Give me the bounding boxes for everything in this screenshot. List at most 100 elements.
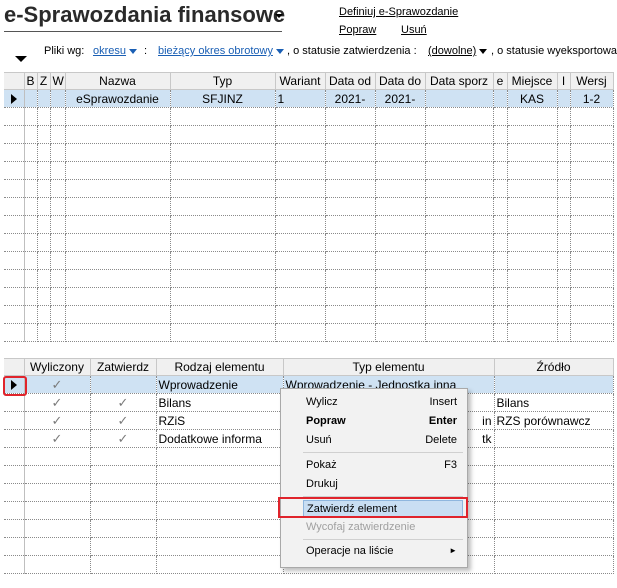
col-data-od[interactable]: Data od (325, 72, 376, 90)
empty-cell (65, 179, 171, 198)
empty-cell (37, 269, 51, 288)
empty-cell (65, 251, 171, 270)
title-underline (4, 31, 282, 32)
check-icon: ✓ (51, 430, 63, 446)
empty-cell (50, 323, 66, 342)
row-indicator (4, 429, 25, 448)
empty-cell (557, 107, 571, 126)
col-rodzaj[interactable]: Rodzaj elementu (156, 358, 284, 376)
col-w[interactable]: W (50, 72, 66, 90)
col-wyliczony[interactable]: Wyliczony (24, 358, 91, 376)
col-data-do[interactable]: Data do (375, 72, 426, 90)
col-typ[interactable]: Typ (170, 72, 276, 90)
empty-cell (90, 501, 157, 520)
col-zrodlo[interactable]: Źródło (494, 358, 614, 376)
col-miejsce[interactable]: Miejsce (507, 72, 558, 90)
delete-link[interactable]: Usuń (401, 24, 427, 36)
menu-item-pokaz[interactable]: Pokaż F3 (306, 457, 457, 473)
empty-cell (375, 179, 426, 198)
col-zatwierdz[interactable]: Zatwierdz (90, 358, 157, 376)
title-dropdown-icon[interactable] (275, 14, 283, 18)
empty-cell (90, 555, 157, 574)
col-typ-elementu[interactable]: Typ elementu (283, 358, 495, 376)
menu-item-operacje[interactable]: Operacje na liście ► (306, 543, 457, 559)
empty-cell (507, 143, 558, 162)
empty-cell (507, 179, 558, 198)
edit-link[interactable]: Popraw (339, 24, 376, 36)
empty-cell (375, 125, 426, 144)
cell-wersja: 1-2 (570, 89, 614, 108)
status-label: , o statusie zatwierdzenia : (287, 45, 417, 57)
empty-cell (37, 107, 51, 126)
empty-cell (24, 447, 91, 466)
empty-cell (494, 555, 614, 574)
empty-cell (65, 161, 171, 180)
empty-row (4, 161, 614, 180)
empty-row (4, 143, 614, 162)
empty-row (4, 251, 614, 270)
col-wersja[interactable]: Wersj (570, 72, 614, 90)
empty-cell (570, 287, 614, 306)
filter-field-dropdown[interactable]: okresu (93, 45, 138, 57)
empty-cell (4, 537, 25, 556)
empty-cell (24, 465, 91, 484)
col-data-sporz[interactable]: Data sporz (425, 72, 494, 90)
cell-rodzaj: Wprowadzenie (156, 375, 284, 394)
empty-cell (170, 233, 276, 252)
collapse-icon[interactable] (15, 56, 27, 62)
cell-b (24, 89, 38, 108)
empty-cell (4, 555, 25, 574)
col-z[interactable]: Z (37, 72, 51, 90)
row-indicator (4, 411, 25, 430)
col-nazwa[interactable]: Nazwa (65, 72, 171, 90)
empty-cell (493, 125, 508, 144)
empty-cell (325, 125, 376, 144)
empty-cell (4, 483, 25, 502)
empty-cell (375, 287, 426, 306)
empty-cell (90, 483, 157, 502)
cell-z (37, 89, 51, 108)
check-icon: ✓ (117, 412, 129, 428)
col-e[interactable]: e (493, 72, 508, 90)
col-b[interactable]: B (24, 72, 38, 90)
status-dropdown[interactable]: (dowolne) (428, 45, 488, 57)
empty-cell (37, 161, 51, 180)
empty-row (4, 179, 614, 198)
empty-cell (50, 251, 66, 270)
empty-cell (425, 215, 494, 234)
empty-cell (570, 107, 614, 126)
empty-cell (4, 215, 25, 234)
empty-cell (425, 179, 494, 198)
empty-cell (493, 305, 508, 324)
empty-cell (493, 143, 508, 162)
empty-cell (507, 161, 558, 180)
empty-cell (507, 251, 558, 270)
chevron-down-icon (479, 48, 488, 54)
define-report-link[interactable]: Definiuj e-Sprawozdanie (339, 6, 458, 18)
period-dropdown[interactable]: bieżący okres obrotowy (158, 45, 284, 57)
check-icon: ✓ (51, 376, 63, 392)
empty-cell (275, 143, 326, 162)
empty-cell (425, 143, 494, 162)
empty-cell (24, 107, 38, 126)
indicator-header (4, 358, 25, 376)
cell-rodzaj: RZiS (156, 411, 284, 430)
menu-item-drukuj[interactable]: Drukuj (306, 476, 457, 492)
empty-cell (557, 287, 571, 306)
cell-zatwierdz (90, 375, 157, 394)
empty-cell (557, 233, 571, 252)
col-i[interactable]: I (557, 72, 571, 90)
check-icon: ✓ (117, 394, 129, 410)
empty-cell (4, 161, 25, 180)
empty-cell (557, 143, 571, 162)
menu-item-usun[interactable]: Usuń Delete (306, 432, 457, 448)
empty-cell (50, 161, 66, 180)
empty-cell (507, 197, 558, 216)
empty-cell (375, 107, 426, 126)
col-wariant[interactable]: Wariant (275, 72, 326, 90)
menu-item-popraw[interactable]: Popraw Enter (306, 413, 457, 429)
table-row[interactable]: eSprawozdanie SFJINZ 1 2021- 2021- KAS 1… (4, 89, 614, 108)
menu-item-wylicz[interactable]: Wylicz Insert (306, 394, 457, 410)
cell-zrodlo: RZS porównawcz (494, 411, 614, 430)
empty-cell (170, 125, 276, 144)
